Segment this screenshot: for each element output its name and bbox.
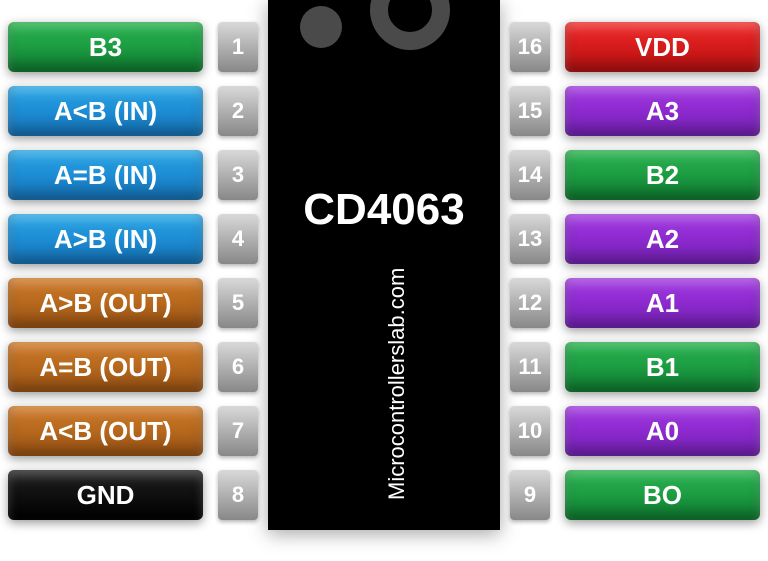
chip-pin1-dot [300, 6, 342, 48]
pin-label-6: A=B (OUT) [8, 342, 203, 392]
pin-label-11: B1 [565, 342, 760, 392]
pin-label-2: A<B (IN) [8, 86, 203, 136]
watermark-text: Microcontrollerslab.com [384, 268, 410, 500]
pin-label-3: A=B (IN) [8, 150, 203, 200]
pin-label-10: A0 [565, 406, 760, 456]
pin-label-5: A>B (OUT) [8, 278, 203, 328]
pin-number-6: 6 [218, 342, 258, 392]
pin-number-10: 10 [510, 406, 550, 456]
pin-number-9: 9 [510, 470, 550, 520]
pin-number-14: 14 [510, 150, 550, 200]
pin-label-15: A3 [565, 86, 760, 136]
pin-number-5: 5 [218, 278, 258, 328]
pin-label-14: B2 [565, 150, 760, 200]
pin-number-2: 2 [218, 86, 258, 136]
pin-label-9: BO [565, 470, 760, 520]
pin-number-1: 1 [218, 22, 258, 72]
pin-number-11: 11 [510, 342, 550, 392]
pin-label-16: VDD [565, 22, 760, 72]
pin-label-7: A<B (OUT) [8, 406, 203, 456]
pin-number-8: 8 [218, 470, 258, 520]
pin-number-13: 13 [510, 214, 550, 264]
chip-part-number: CD4063 [268, 185, 500, 235]
pin-number-4: 4 [218, 214, 258, 264]
pin-label-8: GND [8, 470, 203, 520]
pin-number-12: 12 [510, 278, 550, 328]
pin-number-15: 15 [510, 86, 550, 136]
pin-label-1: B3 [8, 22, 203, 72]
pin-label-13: A2 [565, 214, 760, 264]
pinout-diagram: CD4063 Microcontrollerslab.com B3 1 A<B … [0, 0, 768, 561]
pin-number-7: 7 [218, 406, 258, 456]
pin-label-4: A>B (IN) [8, 214, 203, 264]
pin-number-16: 16 [510, 22, 550, 72]
pin-number-3: 3 [218, 150, 258, 200]
pin-label-12: A1 [565, 278, 760, 328]
